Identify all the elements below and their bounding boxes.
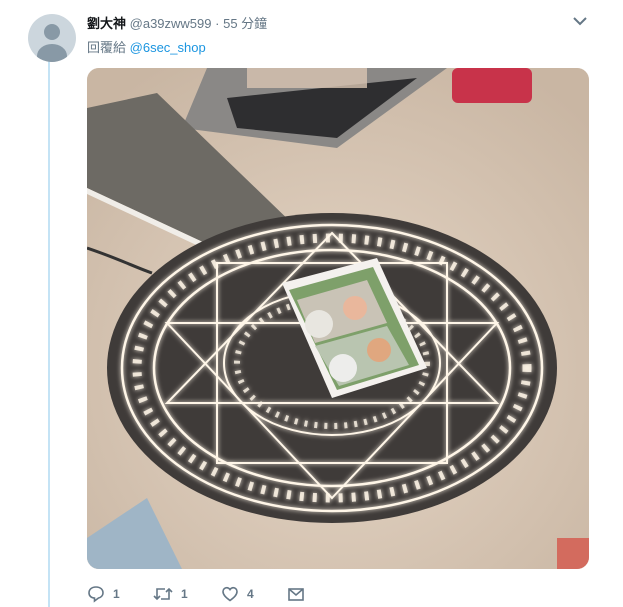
reply-icon <box>88 586 104 603</box>
reply-count: 1 <box>113 587 120 601</box>
avatar[interactable] <box>28 14 76 62</box>
retweet-count: 1 <box>181 587 188 601</box>
replying-prefix: 回覆給 <box>87 40 127 55</box>
separator-dot: · <box>215 16 220 31</box>
retweet-icon <box>153 587 173 601</box>
direct-message-button[interactable] <box>287 585 313 603</box>
media-illustration <box>87 68 589 569</box>
envelope-icon <box>288 588 304 601</box>
author-handle[interactable]: @a39zww599 <box>130 16 212 31</box>
author-name[interactable]: 劉大神 <box>87 16 126 31</box>
like-button[interactable]: 4 <box>221 585 255 603</box>
tweet-actions: 1 1 4 <box>87 583 345 605</box>
avatar-body <box>37 44 67 62</box>
tweet-media-image[interactable] <box>87 68 589 569</box>
retweet-button[interactable]: 1 <box>153 585 189 603</box>
like-count: 4 <box>247 587 254 601</box>
tweet-header: 劉大神 @a39zww599 · 55 分鐘 <box>87 13 267 32</box>
thread-line <box>48 60 50 607</box>
replying-mention-link[interactable]: @6sec_shop <box>130 40 206 55</box>
chevron-down-icon[interactable] <box>573 16 587 26</box>
red-mug <box>452 68 532 103</box>
tweet-timestamp[interactable]: 55 分鐘 <box>223 16 267 31</box>
avatar-head <box>44 24 60 40</box>
replying-to: 回覆給 @6sec_shop <box>87 37 206 56</box>
heart-icon <box>222 586 238 602</box>
reply-button[interactable]: 1 <box>87 585 121 603</box>
